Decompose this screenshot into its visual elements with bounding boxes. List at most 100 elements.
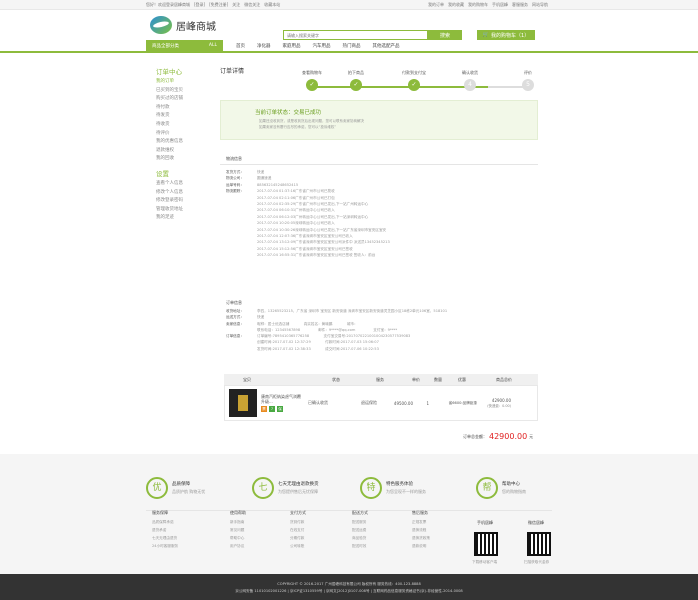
item-service: 退运保险 xyxy=(361,400,377,405)
nav-item-home[interactable]: 首页 xyxy=(236,43,245,49)
footer-link[interactable]: 新手指南 xyxy=(230,520,246,528)
footer-link[interactable]: 帮助中心 xyxy=(230,536,246,544)
sidebar-item-unshipped[interactable]: 待发货 xyxy=(156,112,211,121)
quality-icon: 优 xyxy=(146,477,168,499)
cart-label: 我的购物车（1） xyxy=(491,32,530,39)
my-cart-link[interactable]: 我的购物车 xyxy=(468,2,488,8)
favorite-link[interactable]: 收藏本站 xyxy=(264,2,280,8)
top-bar: 您好！欢迎登录居峰商城 [登录] [免费注册] 关注 微信关注 收藏本站 我的订… xyxy=(0,0,698,10)
service-desc: 为您呈现不一样的服务 xyxy=(386,489,426,494)
footer-link[interactable]: 公司转账 xyxy=(290,544,306,552)
nav-item-other[interactable]: 其他选配产品 xyxy=(373,43,400,49)
col-service: 服务 xyxy=(376,376,384,382)
footer-link[interactable]: 正规发票 xyxy=(412,520,430,528)
service-return: 七 七天无理由退款换货 为您提供售后无忧保障 xyxy=(252,477,319,499)
order-total: 订单总金额： 42900.00 元 xyxy=(463,432,533,441)
wechat-link[interactable]: 微信关注 xyxy=(244,2,260,8)
logo-text: 居峰商城 xyxy=(176,21,216,33)
nav-item-home-goods[interactable]: 家庭用品 xyxy=(283,43,301,49)
search-button[interactable]: 搜索 xyxy=(428,30,462,40)
logistics-title: 物流信息 xyxy=(226,156,242,161)
qr-mobile-label: 下载移动客户端 xyxy=(472,560,498,564)
page-title: 订单详情 xyxy=(220,68,245,75)
badge-icon: 保 xyxy=(277,406,283,412)
field-value: 李四，13265523215，广东省 深圳市 宝安区 新安街道 深圳市宝安区新安… xyxy=(257,309,448,313)
footer-link[interactable]: 品质保障承诺 xyxy=(152,520,178,528)
product-image[interactable] xyxy=(229,389,257,417)
footer-link[interactable]: 货到付款 xyxy=(290,520,306,528)
mobile-link[interactable]: 手机居峰 xyxy=(492,2,508,8)
logo[interactable]: 居峰商城 xyxy=(150,16,216,34)
item-qty: 1 xyxy=(426,400,429,406)
qr-code-icon xyxy=(474,532,498,556)
service-title: 特色服务体验 xyxy=(386,482,413,487)
site-nav-link[interactable]: 网站导航 xyxy=(532,2,548,8)
badge-icon: 7 xyxy=(269,406,275,412)
badge-icon: 票 xyxy=(261,406,267,412)
footer-link[interactable]: 退换流程 xyxy=(412,528,430,536)
qr-code-icon xyxy=(527,532,551,556)
nav-item-hot[interactable]: 热门商品 xyxy=(343,43,361,49)
status-tips: 如果还没收到货，或是收到货后出现问题，您可以联系卖家协商解决 如果卖家没有履行应… xyxy=(259,118,364,130)
register-link[interactable]: [免费注册] xyxy=(209,2,228,8)
check-icon: ✓ xyxy=(408,79,420,91)
sidebar-item-footprint[interactable]: 我的足迹 xyxy=(156,214,211,223)
item-shipping: (快递费：0.00) xyxy=(487,404,511,408)
footer-link[interactable]: 退货承诺 xyxy=(152,528,178,536)
step-label: 评价 xyxy=(524,70,532,75)
footer-col-guarantee: 服务保障 品质保障承诺 退货承诺 七天无理由退货 24小时客服服务 xyxy=(152,510,178,552)
footer-link[interactable]: 分期付款 xyxy=(290,536,306,544)
col-qty: 数量 xyxy=(434,376,442,382)
sidebar-item-unpaid[interactable]: 待付款 xyxy=(156,104,211,113)
sidebar-item-recycle[interactable]: 我的回收 xyxy=(156,155,211,164)
product-name[interactable]: 康南汽柜纳染虑气浏覆升级... xyxy=(261,394,301,404)
category-menu[interactable]: 商品全部分类 ALL xyxy=(146,40,223,51)
table-row: 康南汽柜纳染虑气浏覆升级... 票 7 保 已确认收货 退运保险 49500.0… xyxy=(224,385,538,421)
step-label: 拍下商品 xyxy=(348,70,364,75)
footer-link[interactable]: 24小时客服服务 xyxy=(152,544,178,552)
sidebar-item-view-profile[interactable]: 查看个人信息 xyxy=(156,180,211,189)
sidebar-item-password[interactable]: 修改登录密码 xyxy=(156,197,211,206)
sidebar-item-shops[interactable]: 购买过的店铺 xyxy=(156,95,211,104)
cart-button[interactable]: 🛒 我的购物车（1） xyxy=(477,30,535,40)
item-total-cell: 42900.00 (快递费：0.00) xyxy=(477,398,511,408)
footer-link[interactable]: 七天无理由退货 xyxy=(152,536,178,544)
nav-item-purifier[interactable]: 净化器 xyxy=(257,43,271,49)
cart-icon: 🛒 xyxy=(482,32,490,38)
login-link[interactable]: [登录] xyxy=(194,2,205,8)
product-badges: 票 7 保 xyxy=(261,406,303,412)
sidebar-item-unreceived[interactable]: 待收货 xyxy=(156,121,211,130)
footer-col-title: 服务保障 xyxy=(152,510,168,515)
step-label: 确认收货 xyxy=(462,70,478,75)
sidebar-item-address[interactable]: 管理收货地址 xyxy=(156,206,211,215)
footer-link[interactable]: 退换货政策 xyxy=(412,536,430,544)
service-help: 帮 帮助中心 您的购物指南 xyxy=(476,477,526,499)
footer-link[interactable]: 退款说明 xyxy=(412,544,430,552)
nav-item-car[interactable]: 汽车用品 xyxy=(313,43,331,49)
sidebar-item-my-orders[interactable]: 我的订单 xyxy=(156,78,211,87)
category-all: ALL xyxy=(208,43,217,48)
service-desc: 为您提供售后无忧保障 xyxy=(278,489,318,494)
sidebar-item-edit-profile[interactable]: 修改个人信息 xyxy=(156,189,211,198)
sidebar-item-unrated[interactable]: 待评价 xyxy=(156,130,211,139)
welcome-text: 您好！欢迎登录居峰商城 xyxy=(146,1,190,7)
my-orders-link[interactable]: 我的订单 xyxy=(428,2,444,8)
service-link[interactable]: 客服服务 xyxy=(512,2,528,8)
footer-link[interactable]: 用户协议 xyxy=(230,544,246,552)
footer-link[interactable]: 在线支付 xyxy=(290,528,306,536)
footer-link[interactable]: 配送运费 xyxy=(352,528,368,536)
footer-link[interactable]: 商品验货 xyxy=(352,536,368,544)
sidebar-item-refund[interactable]: 退款维权 xyxy=(156,147,211,156)
footer-col-delivery: 配送方式 配送服务 配送运费 商品验货 配送时效 xyxy=(352,510,368,552)
my-favorites-link[interactable]: 我的收藏 xyxy=(448,2,464,8)
help-icon: 帮 xyxy=(476,477,498,499)
sidebar-item-bought[interactable]: 已买到的宝贝 xyxy=(156,87,211,96)
sidebar: 订单中心 我的订单 已买到的宝贝 购买过的店铺 待付款 待发货 待收货 待评价 … xyxy=(156,66,211,223)
step-confirm: 确认收货 4 xyxy=(450,70,490,91)
footer-link[interactable]: 配送服务 xyxy=(352,520,368,528)
sidebar-item-coupons[interactable]: 我的优惠信息 xyxy=(156,138,211,147)
footer-link[interactable]: 常见问题 xyxy=(230,528,246,536)
footer-link[interactable]: 配送时效 xyxy=(352,544,368,552)
search-input[interactable] xyxy=(283,30,428,40)
